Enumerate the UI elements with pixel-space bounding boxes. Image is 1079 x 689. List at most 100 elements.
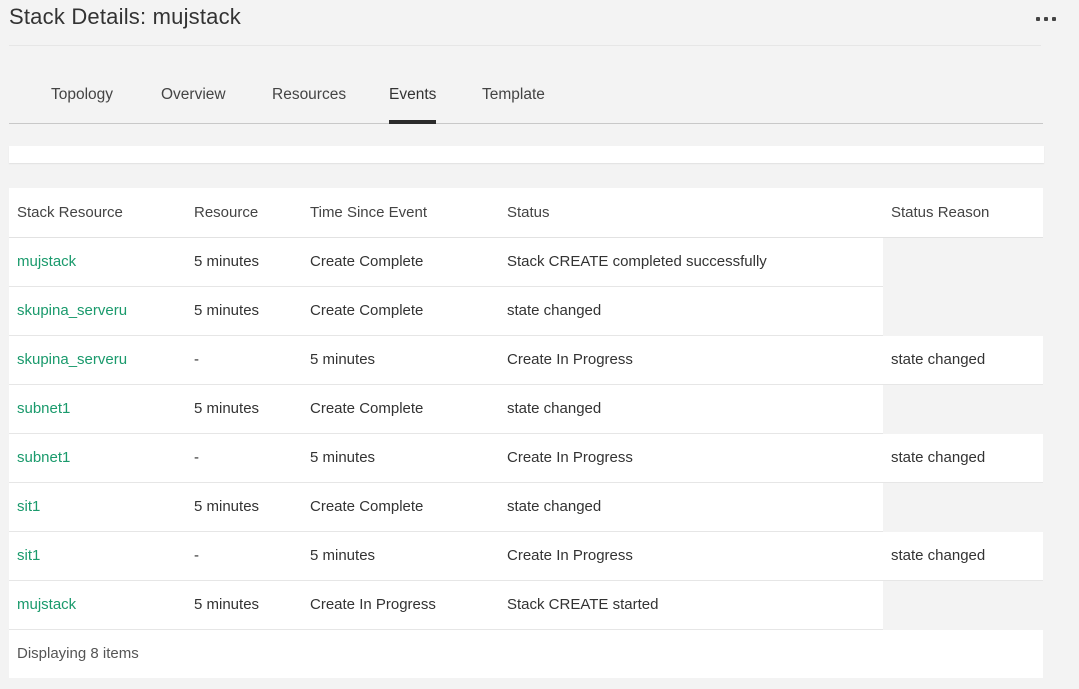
resource-cell: 5 minutes: [186, 286, 302, 336]
status-cell: Stack CREATE completed successfully: [507, 253, 767, 270]
stack-resource-cell: sit1: [9, 482, 186, 532]
column-header[interactable]: Stack Resource: [9, 188, 186, 238]
status-reason-cell: state changed: [891, 449, 986, 466]
resource-cell: 5 minutes: [194, 498, 260, 515]
column-header[interactable]: Time Since Event: [302, 188, 499, 238]
stack-resource-link[interactable]: mujstack: [17, 253, 76, 270]
status-reason-cell: state changed: [891, 351, 986, 368]
status-reason-cell: [883, 482, 1043, 532]
stack-resource-link[interactable]: subnet1: [17, 449, 70, 466]
table-row: subnet1 - 5 minutes Create In Progress state…: [9, 433, 1043, 483]
table-row: sit1 - 5 minutes Create In Progress state ch…: [9, 531, 1043, 581]
time-since-event-cell: Create Complete: [310, 400, 424, 417]
status-cell: Create In Progress: [507, 547, 633, 564]
stack-resource-cell: mujstack: [9, 237, 186, 287]
stack-resource-cell: skupina_serveru: [9, 335, 186, 385]
time-since-event-cell: 5 minutes: [310, 547, 376, 564]
time-since-event-cell: 5 minutes: [310, 449, 376, 466]
status-reason-cell: [883, 580, 1043, 630]
more-actions-icon[interactable]: [1030, 8, 1062, 30]
table-row: mujstack 5 minutes Create In Progress Stack…: [9, 580, 1043, 630]
tab-resources[interactable]: Resources: [272, 66, 346, 123]
table-row: skupina_serveru - 5 minutes Create In Progr…: [9, 335, 1043, 385]
status-cell: Create In Progress: [499, 335, 883, 385]
stack-resource-link[interactable]: sit1: [17, 547, 40, 564]
status-reason-cell: [883, 286, 1043, 336]
status-cell: state changed: [499, 482, 883, 532]
stack-resource-cell: skupina_serveru: [9, 286, 186, 336]
resource-cell: 5 minutes: [186, 237, 302, 287]
column-header[interactable]: Status Reason: [883, 188, 1043, 238]
time-since-event-cell: Create Complete: [310, 253, 424, 270]
time-since-event-cell: 5 minutes: [302, 335, 499, 385]
column-header[interactable]: Resource: [186, 188, 302, 238]
resource-cell: -: [186, 335, 302, 385]
status-cell: state changed: [499, 286, 883, 336]
tab-overview[interactable]: Overview: [161, 66, 226, 123]
stack-resource-link[interactable]: skupina_serveru: [17, 302, 127, 319]
time-since-event-cell: Create Complete: [302, 286, 499, 336]
status-cell: state changed: [507, 302, 602, 319]
status-cell: state changed: [499, 384, 883, 434]
resource-cell: 5 minutes: [186, 580, 302, 630]
status-cell: Stack CREATE started: [499, 580, 883, 630]
stack-resource-cell: subnet1: [9, 384, 186, 434]
status-cell: Create In Progress: [499, 531, 883, 581]
resource-cell: -: [194, 351, 199, 368]
table-row: mujstack 5 minutes Create Complete Stack CR…: [9, 237, 1043, 287]
title-divider: [9, 45, 1041, 46]
resource-cell: 5 minutes: [194, 596, 260, 613]
tab-topology[interactable]: Topology: [51, 66, 113, 123]
filter-panel: [9, 146, 1044, 163]
column-header[interactable]: Status: [499, 188, 883, 238]
resource-cell: 5 minutes: [194, 400, 260, 417]
page-title: Stack Details: mujstack: [9, 4, 242, 29]
table-row: subnet1 5 minutes Create Complete state cha…: [9, 384, 1043, 434]
status-reason-cell: state changed: [891, 547, 986, 564]
resource-cell: 5 minutes: [186, 384, 302, 434]
time-since-event-cell: Create Complete: [302, 237, 499, 287]
item-count: Displaying 8 items: [9, 629, 1043, 678]
time-since-event-cell: Create In Progress: [302, 580, 499, 630]
stack-resource-cell: sit1: [9, 531, 186, 581]
table-header-row: Stack Resource Resource Time Since Event…: [9, 188, 1043, 238]
status-reason-cell: state changed: [883, 531, 1043, 581]
time-since-event-cell: Create Complete: [310, 302, 424, 319]
stack-resource-link[interactable]: subnet1: [17, 400, 70, 417]
tab-events[interactable]: Events: [389, 66, 437, 124]
stack-resource-link[interactable]: sit1: [17, 498, 40, 515]
time-since-event-cell: Create Complete: [302, 482, 499, 532]
stack-resource-cell: subnet1: [9, 433, 186, 483]
status-reason-cell: state changed: [883, 433, 1043, 483]
status-cell: state changed: [507, 400, 602, 417]
resource-cell: 5 minutes: [194, 302, 260, 319]
status-reason-cell: [883, 384, 1043, 434]
table-row: skupina_serveru 5 minutes Create Complete s…: [9, 286, 1043, 336]
stack-resource-link[interactable]: mujstack: [17, 596, 76, 613]
time-since-event-cell: Create Complete: [310, 498, 424, 515]
status-cell: Stack CREATE started: [507, 596, 659, 613]
time-since-event-cell: Create In Progress: [310, 596, 436, 613]
tab-bar: Topology Overview Resources Events Templ…: [9, 66, 1043, 124]
status-reason-cell: state changed: [883, 335, 1043, 385]
status-cell: Stack CREATE completed successfully: [499, 237, 883, 287]
time-since-event-cell: 5 minutes: [302, 531, 499, 581]
resource-cell: 5 minutes: [186, 482, 302, 532]
time-since-event-cell: Create Complete: [302, 384, 499, 434]
table-row: sit1 5 minutes Create Complete state change…: [9, 482, 1043, 532]
status-cell: Create In Progress: [507, 449, 633, 466]
resource-cell: -: [186, 433, 302, 483]
status-cell: state changed: [507, 498, 602, 515]
status-reason-cell: [883, 237, 1043, 287]
time-since-event-cell: 5 minutes: [310, 351, 376, 368]
resource-cell: -: [186, 531, 302, 581]
status-cell: Create In Progress: [507, 351, 633, 368]
resource-cell: 5 minutes: [194, 253, 260, 270]
time-since-event-cell: 5 minutes: [302, 433, 499, 483]
stack-resource-cell: mujstack: [9, 580, 186, 630]
resource-cell: -: [194, 449, 199, 466]
events-table: Stack Resource Resource Time Since Event…: [9, 188, 1043, 678]
stack-resource-link[interactable]: skupina_serveru: [17, 351, 127, 368]
tab-template[interactable]: Template: [482, 66, 545, 123]
resource-cell: -: [194, 547, 199, 564]
